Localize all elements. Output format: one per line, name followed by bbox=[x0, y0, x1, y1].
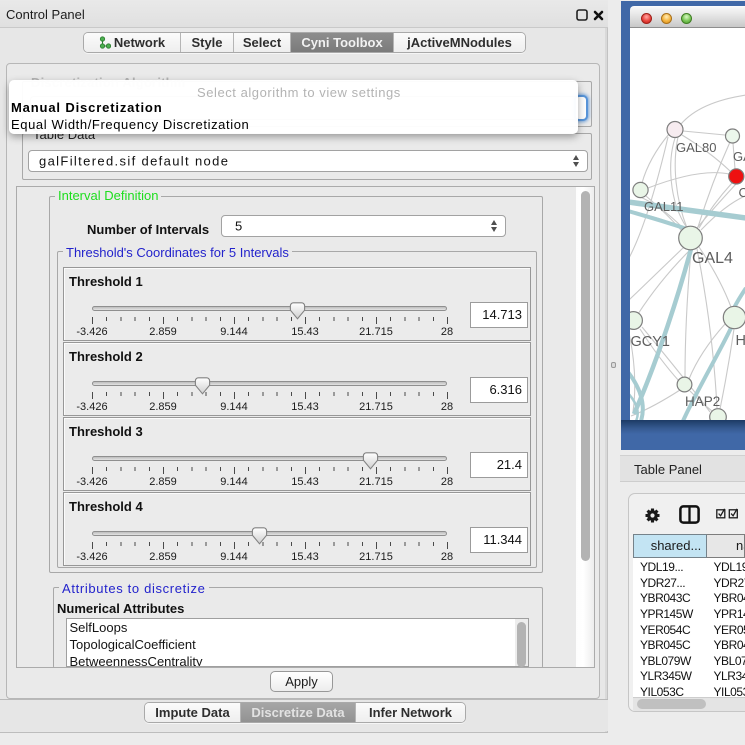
svg-text:GAL4: GAL4 bbox=[692, 250, 733, 267]
svg-text:GCY1: GCY1 bbox=[631, 334, 671, 350]
svg-text:CY: CY bbox=[739, 185, 745, 200]
svg-text:HA: HA bbox=[736, 333, 745, 349]
svg-text:GAL11: GAL11 bbox=[644, 199, 684, 214]
svg-text:HAP2: HAP2 bbox=[685, 394, 720, 409]
svg-text:GAL: GAL bbox=[733, 149, 745, 164]
svg-text:GAL80: GAL80 bbox=[676, 140, 716, 155]
